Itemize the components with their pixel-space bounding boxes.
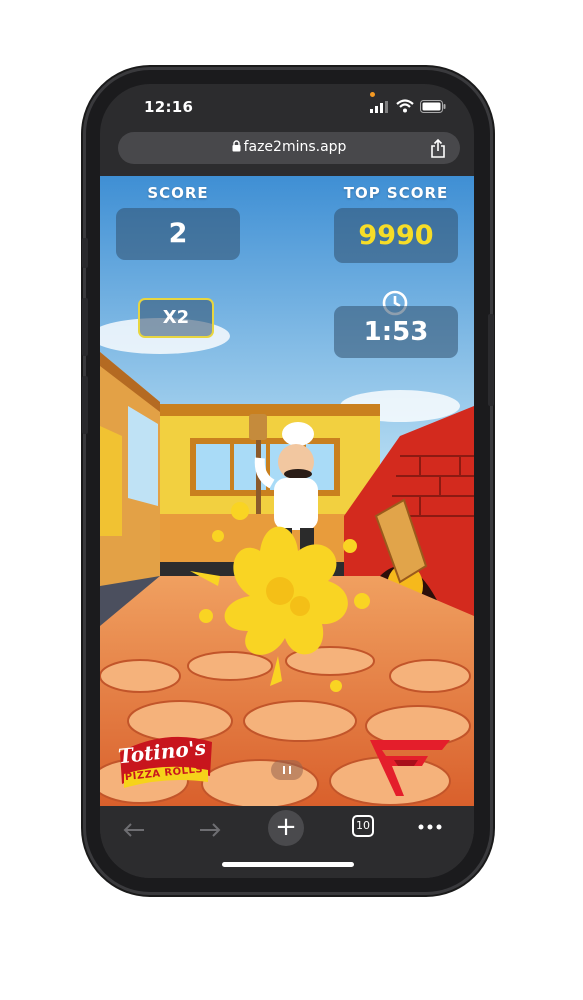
more-icon[interactable] [418, 824, 442, 830]
share-icon[interactable] [430, 138, 446, 158]
volume-down-button [82, 376, 88, 434]
score-label: SCORE [147, 184, 209, 202]
url-display[interactable]: faze2mins.app [118, 139, 460, 155]
game-scene [100, 176, 474, 806]
status-time: 12:16 [144, 98, 194, 116]
back-icon[interactable] [122, 822, 146, 838]
browser-toolbar: + 10 [100, 806, 474, 878]
status-bar: 12:16 [100, 84, 474, 130]
new-tab-button[interactable]: + [268, 810, 304, 846]
home-indicator[interactable] [222, 862, 354, 867]
silent-switch [82, 238, 88, 268]
url-text: faze2mins.app [243, 139, 347, 155]
power-button [488, 314, 494, 406]
privacy-indicator-dot [370, 92, 375, 97]
score-multiplier: X2 [138, 298, 214, 338]
signal-icon [370, 101, 388, 113]
timer-value: 1:53 [334, 306, 458, 358]
tabs-button[interactable]: 10 [352, 815, 374, 837]
lock-icon [232, 140, 241, 152]
address-bar[interactable]: faze2mins.app [118, 132, 460, 164]
battery-icon [420, 100, 446, 113]
top-score-label: TOP SCORE [343, 184, 449, 202]
score-value: 2 [116, 208, 240, 260]
pause-icon [283, 766, 285, 774]
phone-screen: 12:16 faze2mins.app SCORE 2 TOP SCORE 99… [100, 84, 474, 878]
forward-icon[interactable] [198, 822, 222, 838]
pause-button[interactable] [271, 760, 303, 780]
top-score-value: 9990 [334, 208, 458, 263]
faze-logo [370, 740, 450, 796]
wifi-icon [396, 99, 414, 113]
plus-icon: + [275, 812, 297, 842]
pause-icon-bar [289, 766, 291, 774]
game-canvas[interactable]: SCORE 2 TOP SCORE 9990 X2 1:53 Totino's … [100, 176, 474, 806]
volume-up-button [82, 298, 88, 356]
